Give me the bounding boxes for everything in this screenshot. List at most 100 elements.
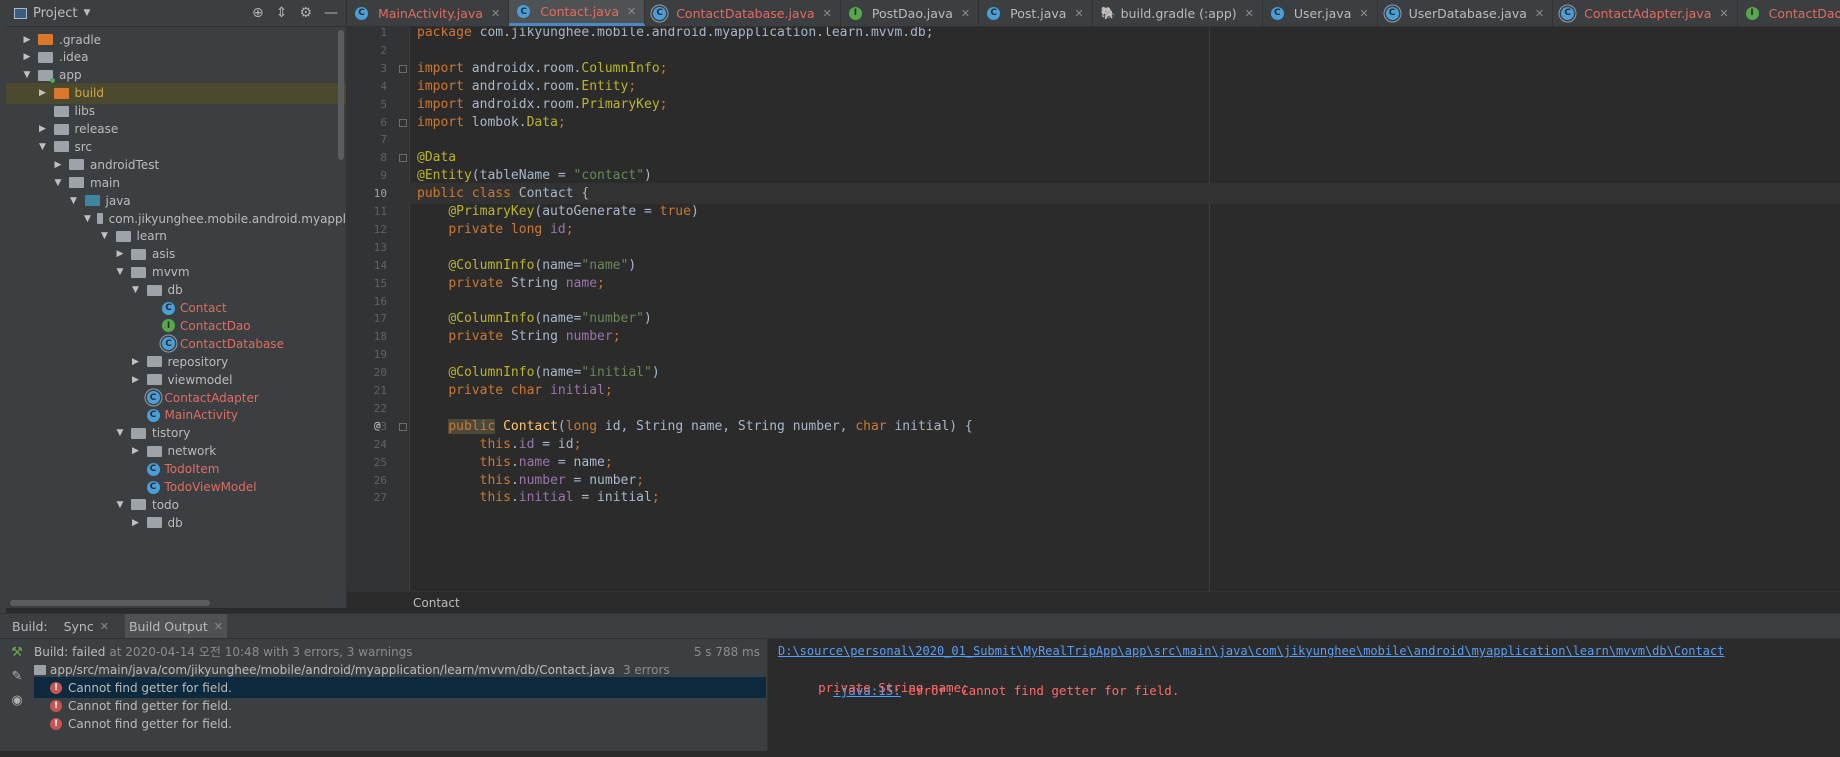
chevron-right-icon[interactable]: ▶ (131, 446, 141, 456)
code-token: Contact (518, 186, 582, 202)
close-icon[interactable]: ✕ (961, 7, 970, 20)
chevron-down-icon[interactable]: ▼ (115, 500, 125, 510)
code-token: this (479, 490, 511, 506)
fold-toggle-icon[interactable] (399, 154, 407, 163)
chevron-right-icon[interactable]: ▶ (38, 124, 48, 134)
code-editor[interactable]: 1 2 3 4 5 6 7 8 9 10 11 12 13 14 15 16 17 18 19 20 21 22 23 @24… (347, 27, 1840, 591)
tree-item-label: network (167, 444, 217, 459)
abstract-class-icon: C (1561, 6, 1575, 20)
hammer-icon[interactable]: ⚒ (11, 645, 23, 660)
folder-icon (53, 123, 69, 135)
code-token: id, String name, String number, (604, 418, 856, 434)
project-view-selector[interactable]: Project ▼ (6, 6, 90, 21)
code-token: ; (573, 436, 582, 452)
code-token: ; (651, 490, 660, 506)
chevron-down-icon[interactable]: ▼ (69, 196, 79, 206)
editor-tab[interactable]: C UserDatabase.java ✕ (1378, 0, 1554, 26)
fold-toggle-icon[interactable] (399, 64, 407, 73)
editor-tab[interactable]: C MainActivity.java ✕ (347, 0, 510, 26)
fold-toggle-icon[interactable] (399, 118, 407, 127)
tree-item-label: TodoItem (164, 462, 220, 477)
close-icon[interactable]: ✕ (100, 620, 109, 633)
tree-item[interactable]: ▶ db (6, 512, 346, 533)
code-token: . (510, 490, 519, 506)
chevron-right-icon[interactable]: ▶ (53, 160, 63, 170)
folder-icon (84, 195, 100, 207)
chevron-down-icon[interactable]: ▼ (131, 285, 141, 295)
close-icon[interactable]: ✕ (1359, 7, 1368, 20)
code-token: "contact" (573, 168, 644, 184)
code-token: ; (659, 60, 668, 76)
chevron-down-icon[interactable]: ▼ (115, 428, 125, 438)
project-toolbar: ⊕ ⇕ ⚙ — (252, 0, 338, 26)
chevron-down-icon[interactable]: ▼ (84, 214, 91, 224)
chevron-right-icon[interactable]: ▶ (22, 35, 32, 45)
chevron-down-icon[interactable]: ▼ (53, 178, 63, 188)
chevron-down-icon[interactable]: ▼ (100, 231, 110, 241)
editor-tab[interactable]: C ContactDatabase.java ✕ (645, 0, 841, 26)
code-token: = number (565, 472, 637, 488)
class-icon: C (146, 408, 160, 422)
breadcrumb[interactable]: Contact (347, 591, 1840, 613)
editor-tab[interactable]: C ContactAdapter.java ✕ (1553, 0, 1738, 26)
editor-tab[interactable]: I PostDao.java ✕ (841, 0, 980, 26)
code-token: private long (448, 221, 551, 237)
close-icon[interactable]: ✕ (627, 5, 636, 18)
close-icon[interactable]: ✕ (1719, 7, 1728, 20)
folder-icon (146, 374, 162, 386)
fold-toggle-icon[interactable] (399, 422, 407, 431)
code-token: String (510, 329, 566, 345)
breadcrumb-item[interactable]: Contact (413, 596, 460, 610)
chevron-down-icon[interactable]: ▼ (115, 267, 125, 277)
class-icon: C (146, 480, 160, 494)
build-output-console[interactable]: D:\source\personal\2020_01_Submit\MyReal… (767, 639, 1840, 751)
tab-sync[interactable]: Sync ✕ (60, 614, 113, 638)
pin-icon[interactable]: ✎ (12, 669, 23, 684)
tree-item-label: .gradle (59, 32, 102, 47)
tree-item-label: src (74, 139, 93, 154)
chevron-right-icon[interactable]: ▶ (131, 357, 141, 367)
collapse-all-icon[interactable]: ⇕ (276, 5, 288, 21)
build-error-row[interactable]: ! Cannot find getter for field. (34, 713, 766, 734)
chevron-right-icon[interactable]: ▶ (131, 518, 141, 528)
editor-tab[interactable]: IContactDao.java✕ (1738, 0, 1840, 26)
annotation-gutter-icon[interactable]: @ (374, 419, 381, 432)
close-icon[interactable]: ✕ (214, 620, 223, 633)
chevron-right-icon[interactable]: ▶ (115, 249, 125, 259)
folder-icon (69, 177, 84, 189)
editor-tab-label: MainActivity.java (378, 5, 483, 21)
close-icon[interactable]: ✕ (1535, 7, 1544, 20)
chevron-down-icon[interactable]: ▼ (22, 70, 32, 80)
project-tree-horizontal-scrollbar[interactable] (10, 600, 210, 606)
code-token: name (518, 454, 551, 470)
tab-build-output[interactable]: Build Output ✕ (124, 614, 227, 638)
code-token: @ColumnInfo (448, 311, 535, 327)
eye-icon[interactable]: ◉ (11, 693, 22, 708)
editor-tab[interactable]: 🐘 build.gradle (:app) ✕ (1093, 0, 1263, 26)
close-icon[interactable]: ✕ (823, 7, 832, 20)
editor-tab[interactable]: C Contact.java ✕ (509, 0, 646, 26)
close-icon[interactable]: ✕ (491, 7, 500, 20)
tree-item-label: ContactDatabase (180, 336, 284, 351)
code-token: Data (526, 114, 558, 130)
minimize-icon[interactable]: — (324, 5, 338, 21)
chevron-right-icon[interactable]: ▶ (131, 375, 141, 385)
close-icon[interactable]: ✕ (1074, 7, 1083, 20)
code-token: number (565, 329, 613, 345)
class-icon: C (517, 5, 531, 18)
code-line[interactable]: this.initial = initial; (409, 487, 1840, 508)
project-tree-vertical-scrollbar[interactable] (338, 30, 344, 160)
chevron-down-icon[interactable]: ▼ (38, 142, 48, 152)
code-token: @PrimaryKey (448, 204, 535, 219)
close-icon[interactable]: ✕ (1245, 7, 1254, 20)
folder-icon (96, 213, 103, 224)
gear-icon[interactable]: ⚙ (299, 5, 312, 21)
interface-icon: I (848, 6, 862, 20)
editor-tab[interactable]: C Post.java ✕ (979, 0, 1093, 26)
chevron-right-icon[interactable]: ▶ (22, 52, 32, 62)
editor-tab[interactable]: C User.java ✕ (1263, 0, 1378, 26)
chevron-right-icon[interactable]: ▶ (38, 88, 48, 98)
locate-icon[interactable]: ⊕ (252, 5, 264, 21)
